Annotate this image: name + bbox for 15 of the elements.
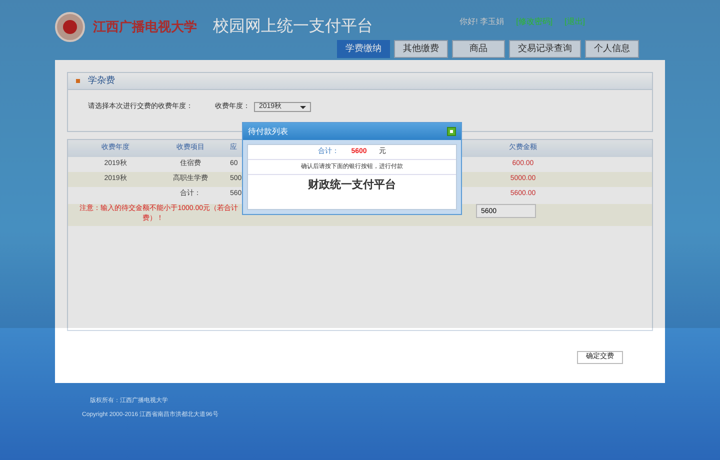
logo-text: 江西广播电视大学 [93, 18, 197, 36]
bank-button[interactable]: 财政统一支付平台 [308, 176, 396, 194]
dialog-title: 待付款列表 [248, 126, 288, 138]
nav-tab[interactable]: 交易记录查询 [509, 40, 581, 58]
greeting-text: 你好! 李玉娟 [460, 16, 504, 28]
close-button[interactable] [447, 127, 456, 136]
site-title: 校园网上统一支付平台 [213, 16, 373, 37]
nav-tab[interactable]: 其他缴费 [394, 40, 448, 58]
nav-tab[interactable]: 学费缴纳 [337, 40, 390, 58]
section-title: 学杂费 [88, 74, 115, 88]
nav-tab[interactable]: 商品 [452, 40, 505, 58]
caret-icon [300, 106, 306, 109]
bullet-icon [76, 79, 80, 83]
logo-emblem-icon [55, 12, 85, 42]
nav-tab[interactable]: 个人信息 [585, 40, 639, 58]
